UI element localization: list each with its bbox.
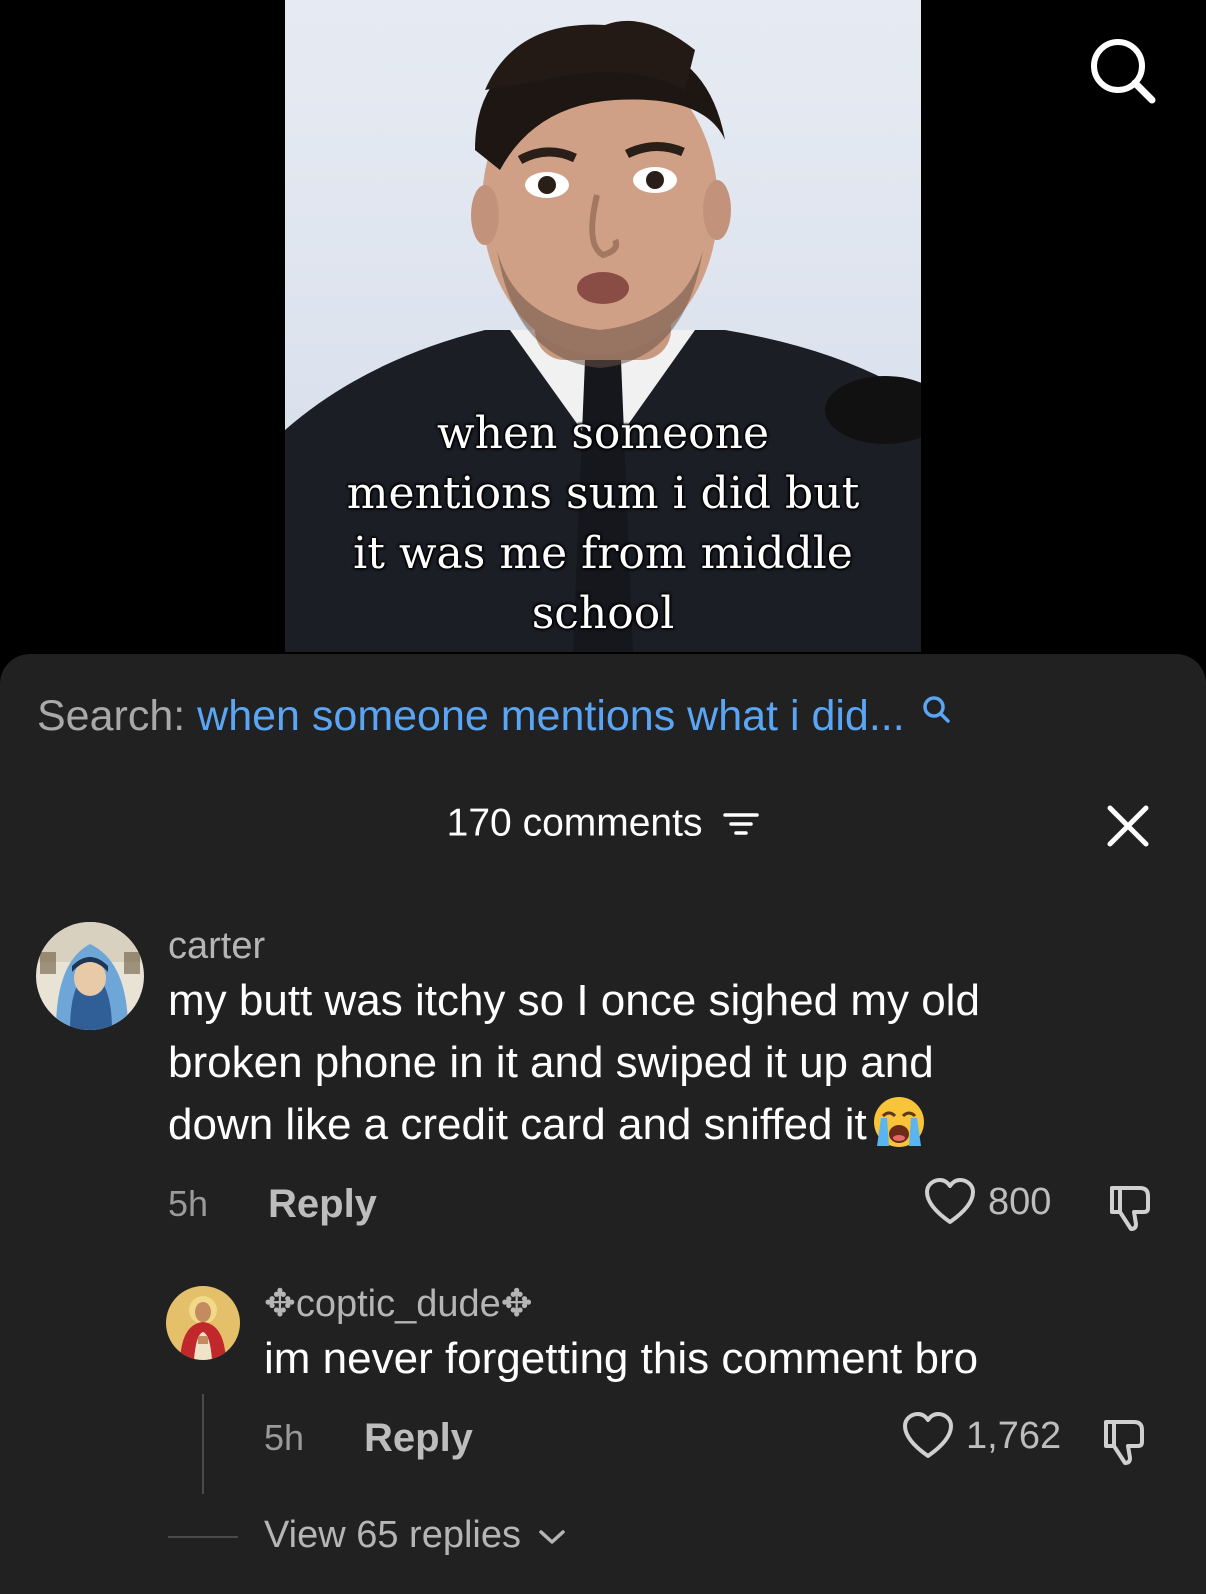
reply-avatar[interactable] (166, 1286, 240, 1360)
reply-username[interactable]: ✥coptic_dude✥ (264, 1280, 533, 1328)
comment-body: my butt was itchy so I once sighed my ol… (168, 976, 980, 1149)
video-player[interactable]: when someone mentions sum i did but it w… (0, 0, 1206, 660)
view-replies-button[interactable]: View 65 replies (264, 1510, 566, 1560)
loudly-crying-face-icon (873, 1097, 924, 1148)
search-suggestion-prefix: Search: (37, 692, 186, 740)
search-icon (1091, 39, 1156, 104)
reply-like-count: 1,762 (966, 1414, 1062, 1457)
reply-like-button[interactable]: 1,762 (902, 1412, 1061, 1460)
comment-like-count: 800 (988, 1180, 1052, 1223)
thumbs-down-icon (1104, 1420, 1144, 1465)
comment-reply-button[interactable]: Reply (268, 1180, 377, 1228)
comment-dislike-button[interactable] (1106, 1182, 1156, 1237)
comments-sheet: Search: when someone mentions what i did… (0, 654, 1206, 1594)
comment-username[interactable]: carter (168, 922, 265, 970)
chevron-down-icon (538, 1530, 565, 1544)
reply-reply-button[interactable]: Reply (364, 1414, 473, 1462)
heart-icon (903, 1412, 953, 1458)
reply-timestamp: 5h (264, 1417, 305, 1458)
user-avatar-image (36, 922, 144, 1030)
search-icon (922, 696, 950, 723)
comment-like-button[interactable]: 800 (924, 1178, 1051, 1226)
filter-icon[interactable] (723, 809, 760, 839)
reply-dislike-button[interactable] (1100, 1416, 1150, 1471)
video-frame[interactable]: when someone mentions sum i did but it w… (285, 0, 921, 652)
view-replies-divider (168, 1536, 238, 1538)
icon-avatar-image (166, 1286, 240, 1360)
close-icon (1107, 805, 1149, 847)
search-suggestion-link[interactable]: Search: when someone mentions what i did… (37, 686, 951, 746)
avatar[interactable] (36, 922, 144, 1030)
search-suggestion-query[interactable]: when someone mentions what i did... (197, 692, 905, 740)
thumbs-down-icon (1110, 1186, 1150, 1231)
video-caption: when someone mentions sum i did but it w… (346, 408, 860, 639)
reply-text: im never forgetting this comment bro (264, 1334, 979, 1383)
top-search-button[interactable] (1086, 34, 1158, 106)
comments-header: 170 comments (0, 792, 1206, 854)
comment-text: my butt was itchy so I once sighed my ol… (168, 970, 1168, 1156)
comments-count: 170 comments (446, 801, 703, 845)
thread-line (202, 1394, 204, 1494)
close-comments-button[interactable] (1106, 804, 1150, 848)
comment-timestamp: 5h (168, 1183, 209, 1224)
heart-icon (925, 1178, 975, 1224)
view-replies-label: View 65 replies (264, 1514, 522, 1556)
